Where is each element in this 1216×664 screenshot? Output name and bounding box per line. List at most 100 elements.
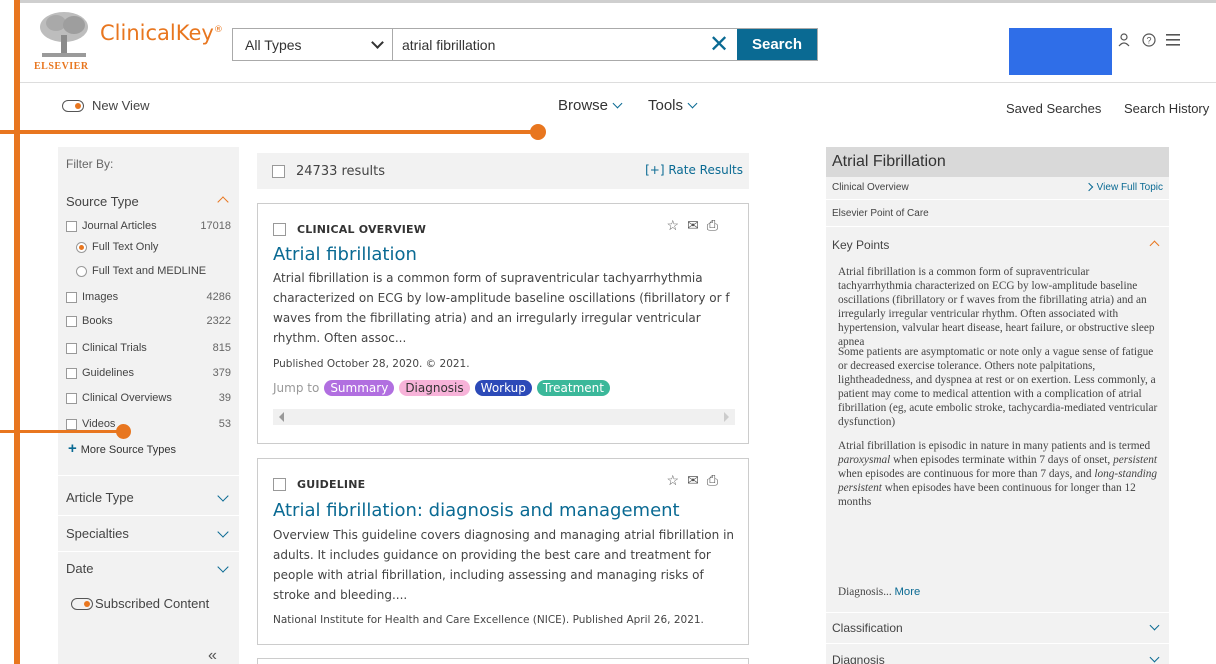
key-point-2: Some patients are asymptomatic or note o…: [838, 346, 1158, 428]
tools-menu[interactable]: Tools: [648, 97, 698, 114]
search-history-link[interactable]: Search History: [1124, 101, 1209, 116]
filter-images[interactable]: Images 4286: [66, 291, 231, 303]
classification-accordion[interactable]: Classification: [832, 620, 1162, 635]
diagnosis-accordion[interactable]: Diagnosis: [832, 652, 1162, 664]
collapse-sidebar-icon[interactable]: «: [208, 647, 217, 664]
annotation-line: [0, 430, 124, 433]
email-icon[interactable]: ✉: [687, 217, 707, 233]
select-all-checkbox[interactable]: [272, 165, 285, 178]
result-checkbox[interactable]: [273, 478, 286, 491]
jump-diagnosis-pill[interactable]: Diagnosis: [399, 380, 470, 396]
view-full-topic-link[interactable]: View Full Topic: [1084, 182, 1163, 193]
clear-search-icon[interactable]: ✕: [701, 29, 737, 60]
search-input[interactable]: atrial fibrillation: [393, 29, 701, 60]
topic-panel: Atrial Fibrillation Clinical Overview Vi…: [826, 147, 1169, 664]
filter-sidebar: Filter By: Source Type Journal Articles 1…: [58, 147, 239, 664]
annotation-dot: [116, 424, 131, 439]
toggle-knob: [75, 103, 81, 109]
search-button[interactable]: Search: [737, 29, 817, 60]
search-bar: All Types atrial fibrillation ✕ Search: [232, 28, 818, 61]
print-icon[interactable]: ⎙: [707, 472, 726, 488]
scroll-right-icon[interactable]: [724, 412, 729, 422]
chevron-up-icon: [217, 196, 229, 208]
result-actions: ☆✉⎙: [667, 472, 727, 489]
chevron-down-icon: [217, 490, 229, 502]
browse-menu[interactable]: Browse: [558, 97, 623, 114]
scroll-left-icon[interactable]: [279, 412, 284, 422]
date-header[interactable]: Date: [66, 561, 231, 576]
chevron-down-icon: [1149, 620, 1160, 631]
filter-full-text-medline[interactable]: Full Text and MEDLINE: [76, 265, 231, 277]
checkbox[interactable]: [66, 392, 77, 404]
checkbox[interactable]: [66, 342, 77, 354]
filter-full-text-only[interactable]: Full Text Only: [76, 241, 231, 253]
source-type-header[interactable]: Source Type: [66, 194, 231, 209]
saved-searches-link[interactable]: Saved Searches: [1006, 101, 1101, 116]
article-type-header[interactable]: Article Type: [66, 490, 231, 505]
star-icon[interactable]: ☆: [667, 217, 688, 233]
annotation-dot: [530, 124, 546, 140]
star-icon[interactable]: ☆: [667, 472, 688, 488]
divider: [58, 475, 239, 476]
jump-treatment-pill[interactable]: Treatment: [536, 380, 610, 396]
clinicalkey-logo[interactable]: ClinicalKey®: [100, 21, 223, 45]
more-source-types-link[interactable]: + More Source Types: [68, 440, 176, 457]
results-toolbar: 24733 results [+] Rate Results: [257, 153, 749, 189]
annotation-frame-line: [14, 0, 20, 664]
filter-guidelines[interactable]: Guidelines 379: [66, 367, 231, 379]
checkbox[interactable]: [66, 220, 77, 232]
toggle-knob: [84, 601, 90, 607]
topic-source: Elsevier Point of Care: [832, 208, 929, 219]
key-points-header[interactable]: Key Points: [832, 238, 1162, 252]
annotation-line: [14, 130, 538, 134]
divider: [826, 612, 1169, 613]
checkbox[interactable]: [66, 418, 77, 430]
topic-title: Atrial Fibrillation: [832, 153, 946, 170]
chevron-down-icon: [217, 561, 229, 573]
checkbox[interactable]: [66, 291, 77, 303]
jump-summary-pill[interactable]: Summary: [324, 380, 395, 396]
filter-journal-articles[interactable]: Journal Articles 17018: [66, 220, 231, 232]
filter-title: Filter By:: [66, 157, 114, 171]
filter-videos[interactable]: Videos 53: [66, 418, 231, 430]
print-icon[interactable]: ⎙: [707, 217, 726, 233]
result-title-link[interactable]: Atrial fibrillation: [273, 244, 417, 265]
user-icon[interactable]: [1118, 33, 1130, 52]
radio[interactable]: [76, 265, 87, 277]
checkbox[interactable]: [66, 367, 77, 379]
chevron-up-icon: [1149, 240, 1160, 251]
jump-workup-pill[interactable]: Workup: [474, 380, 532, 396]
result-meta: Published October 28, 2020. © 2021.: [273, 358, 470, 370]
filter-clinical-trials[interactable]: Clinical Trials 815: [66, 342, 231, 354]
email-icon[interactable]: ✉: [687, 472, 707, 488]
checkbox[interactable]: [66, 315, 77, 327]
new-view-toggle[interactable]: [62, 100, 84, 112]
specialties-header[interactable]: Specialties: [66, 526, 231, 541]
result-checkbox[interactable]: [273, 223, 286, 236]
content-type-select[interactable]: All Types: [233, 29, 393, 60]
result-snippet: Atrial fibrillation is a common form of …: [273, 271, 730, 345]
horizontal-scrollbar[interactable]: [273, 409, 735, 425]
svg-text:?: ?: [1146, 36, 1151, 46]
more-link[interactable]: More: [895, 586, 921, 598]
filter-books[interactable]: Books 2322: [66, 315, 231, 327]
content-type-label: CLINICAL OVERVIEW: [297, 223, 427, 236]
chevron-down-icon: [687, 98, 698, 109]
divider: [826, 199, 1169, 200]
results-count: 24733 results: [296, 164, 386, 179]
menu-icon[interactable]: [1166, 33, 1180, 51]
result-card: GUIDELINE ☆✉⎙ Atrial fibrillation: diagn…: [257, 458, 749, 645]
jump-to-links: Jump to Summary Diagnosis Workup Treatme…: [273, 380, 610, 396]
radio-selected[interactable]: [76, 241, 87, 253]
divider: [826, 226, 1169, 227]
chevron-down-icon: [371, 35, 384, 49]
filter-clinical-overviews[interactable]: Clinical Overviews 39: [66, 392, 231, 404]
rate-results-link[interactable]: [+] Rate Results: [645, 163, 743, 177]
help-icon[interactable]: ?: [1142, 33, 1156, 52]
jump-to-label: Jump to: [273, 381, 320, 395]
tools-label: Tools: [648, 97, 684, 114]
content-type-value: All Types: [245, 36, 302, 53]
subscribed-content-toggle[interactable]: [71, 598, 93, 610]
result-title-link[interactable]: Atrial fibrillation: diagnosis and manag…: [273, 500, 680, 521]
chevron-right-icon: [1084, 182, 1093, 192]
